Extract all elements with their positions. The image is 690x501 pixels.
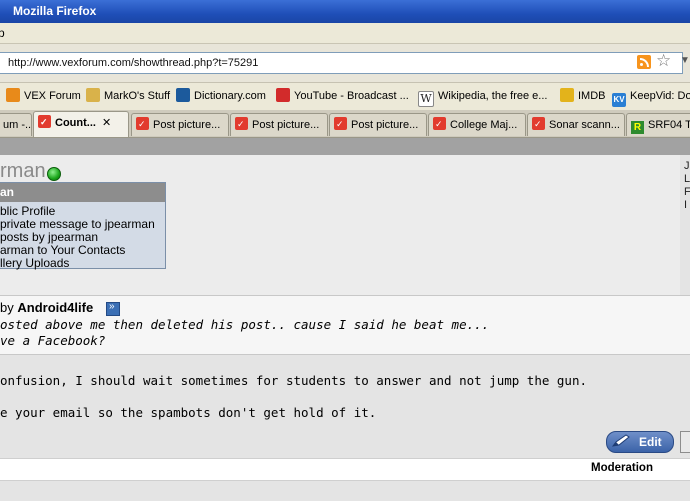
tab-post-picture-2[interactable]: Post picture...: [230, 113, 328, 136]
tab-favicon-icon: [334, 114, 347, 135]
rss-feed-icon[interactable]: [637, 55, 651, 69]
tab-close-icon[interactable]: ✕: [102, 117, 111, 129]
moderation-label: Moderation: [591, 462, 653, 474]
tab-favicon-icon: R: [631, 121, 644, 134]
tab-favicon-icon: [433, 114, 446, 135]
popup-menu-header: an: [0, 183, 165, 202]
message-line: e your email so the spambots don't get h…: [0, 405, 377, 420]
popup-item-private-message[interactable]: private message to jpearman: [0, 218, 165, 231]
address-bar[interactable]: http://www.vexforum.com/showthread.php?t…: [0, 52, 683, 74]
keepvid-icon: KV: [612, 93, 626, 107]
tab-favicon-icon: [38, 112, 51, 133]
post-header-strip: [0, 138, 690, 155]
bookmark-imdb[interactable]: IMDB: [560, 88, 606, 104]
bookmark-markos-stuff[interactable]: MarkO's Stuff: [86, 88, 170, 104]
window-title: Mozilla Firefox: [13, 4, 97, 18]
tab-favicon-icon: [532, 114, 545, 135]
dictionary-icon: [176, 88, 190, 102]
wikipedia-icon: W: [418, 91, 434, 107]
tab-srf04[interactable]: R SRF04 T: [626, 113, 690, 136]
quote-attribution: by Android4life: [0, 300, 94, 315]
popup-item-gallery-uploads[interactable]: llery Uploads: [0, 257, 165, 270]
popup-item-find-posts[interactable]: posts by jpearman: [0, 231, 165, 244]
online-status-icon: [47, 167, 61, 181]
vex-icon: [6, 88, 20, 102]
message-line: onfusion, I should wait sometimes for st…: [0, 373, 587, 388]
folder-icon: [86, 88, 100, 102]
menu-item[interactable]: p: [0, 26, 5, 40]
menu-bar: p: [0, 23, 690, 44]
bookmark-youtube[interactable]: YouTube - Broadcast ...: [276, 88, 409, 104]
bookmark-star-icon[interactable]: ☆: [656, 52, 674, 70]
popup-item-public-profile[interactable]: blic Profile: [0, 205, 165, 218]
quote-button[interactable]: [680, 431, 690, 453]
tab-bar: um -... Count...✕ Post picture... Post p…: [0, 110, 690, 138]
bookmark-wikipedia[interactable]: W Wikipedia, the free e...: [418, 88, 547, 107]
tab-post-picture-3[interactable]: Post picture...: [329, 113, 427, 136]
quote-author[interactable]: Android4life: [17, 300, 93, 315]
tab-count-active[interactable]: Count...✕: [33, 111, 129, 137]
username-link[interactable]: rman: [0, 160, 46, 183]
bookmark-keepvid[interactable]: KV KeepVid: Do: [612, 88, 690, 107]
imdb-icon: [560, 88, 574, 102]
tab-favicon-icon: [235, 114, 248, 135]
tab-college-majors[interactable]: College Maj...: [428, 113, 526, 136]
bookmarks-toolbar: VEX Forum MarkO's Stuff Dictionary.com Y…: [0, 83, 690, 111]
tab-sonar-scanner[interactable]: Sonar scann...: [527, 113, 625, 136]
bookmark-vex-forum[interactable]: VEX Forum: [6, 88, 81, 104]
address-url: http://www.vexforum.com/showthread.php?t…: [8, 57, 259, 69]
post-footer: [0, 458, 690, 480]
url-dropdown-icon[interactable]: ▼: [680, 52, 690, 70]
tab-post-picture-1[interactable]: Post picture...: [131, 113, 229, 136]
popup-item-add-contact[interactable]: arman to Your Contacts: [0, 244, 165, 257]
view-post-icon[interactable]: [106, 301, 120, 316]
bookmark-dictionary[interactable]: Dictionary.com: [176, 88, 266, 104]
tab-forum[interactable]: um -...: [0, 113, 32, 136]
quote-line: ve a Facebook?: [0, 333, 106, 348]
status-bar: [0, 480, 690, 501]
tab-favicon-icon: [136, 114, 149, 135]
edit-pencil-icon: [612, 434, 630, 447]
window-titlebar: Mozilla Firefox: [0, 0, 690, 23]
youtube-icon: [276, 88, 290, 102]
quote-line: osted above me then deleted his post.. c…: [0, 317, 490, 332]
user-stats: J L F I: [684, 160, 690, 211]
